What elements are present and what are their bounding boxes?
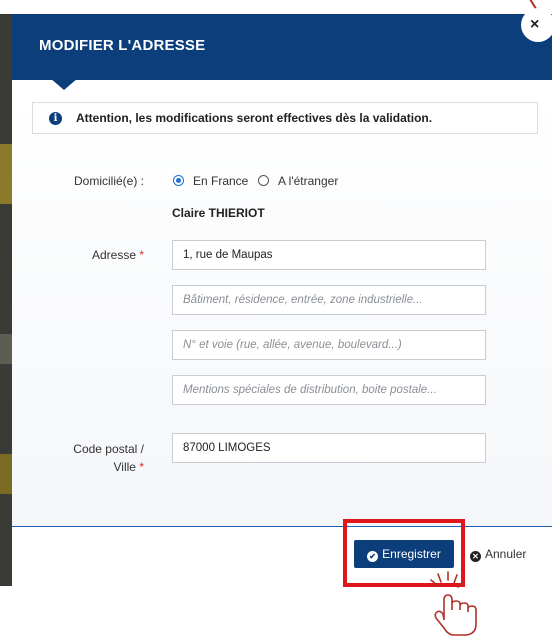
hand-pointer-icon — [430, 571, 477, 636]
header-notch — [50, 78, 78, 90]
radio-en-france[interactable] — [173, 175, 184, 186]
required-marker: * — [139, 248, 145, 262]
close-circle-icon: ✕ — [470, 550, 481, 562]
cancel-button-label: Annuler — [485, 546, 527, 561]
postal-label-text: Ville — [113, 460, 136, 474]
alert-text: Attention, les modifications seront effe… — [76, 111, 433, 125]
address-line1-input[interactable] — [172, 240, 486, 270]
modal-header: MODIFIER L'ADRESSE — [12, 14, 552, 80]
close-icon: × — [530, 16, 540, 33]
radio-etranger[interactable] — [258, 175, 269, 186]
modal-title: MODIFIER L'ADRESSE — [39, 37, 206, 54]
info-icon: i — [49, 112, 62, 125]
close-button[interactable]: × — [521, 8, 552, 42]
postal-label-line1: Code postal / — [73, 442, 144, 456]
alert-banner: i Attention, les modifications seront ef… — [32, 102, 538, 134]
domicile-label: Domicilié(e) : — [74, 174, 145, 188]
cancel-button[interactable]: ✕ Annuler — [470, 540, 540, 568]
person-name: Claire THIERIOT — [172, 206, 265, 220]
radio-en-france-label[interactable]: En France — [193, 174, 248, 188]
address-label-text: Adresse — [92, 248, 137, 262]
address-line2-input[interactable] — [172, 285, 486, 315]
address-line4-input[interactable] — [172, 375, 486, 405]
required-marker: * — [139, 460, 144, 474]
address-line3-input[interactable] — [172, 330, 486, 360]
edit-address-modal: MODIFIER L'ADRESSE i Attention, les modi… — [12, 14, 552, 586]
postal-label-line2: Ville * — [72, 460, 144, 474]
postal-city-input[interactable] — [172, 433, 486, 463]
radio-etranger-label[interactable]: A l'étranger — [278, 174, 338, 188]
address-label: Adresse * — [92, 248, 144, 262]
